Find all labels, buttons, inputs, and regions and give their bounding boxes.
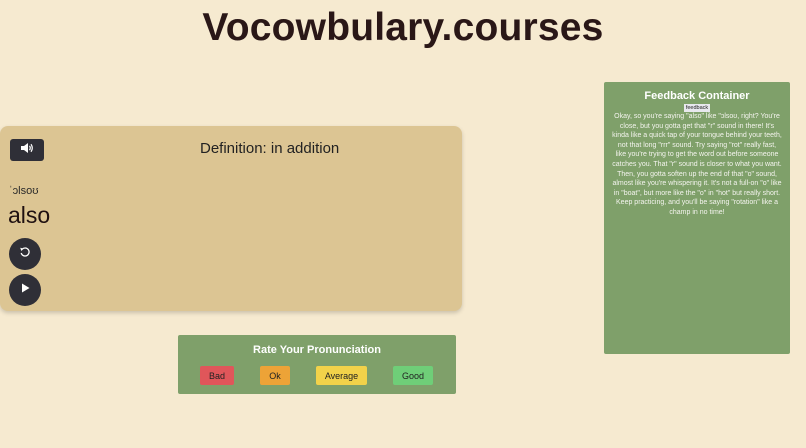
- rate-good-button[interactable]: Good: [393, 366, 433, 385]
- vocabulary-word: also: [8, 202, 51, 228]
- play-button[interactable]: [9, 274, 41, 306]
- word-card: Definition: in addition ˈɔlsoʊ also: [0, 126, 462, 311]
- replay-icon: [19, 245, 31, 263]
- feedback-label: feedback: [684, 104, 710, 112]
- definition-text: Definition: in addition: [200, 140, 340, 157]
- speaker-icon: [20, 141, 34, 159]
- rating-panel: Rate Your Pronunciation Bad Ok Average G…: [178, 335, 456, 394]
- rate-average-button[interactable]: Average: [316, 366, 367, 385]
- rating-title: Rate Your Pronunciation: [253, 344, 381, 356]
- feedback-title: Feedback Container: [644, 90, 750, 102]
- app-title: Vocowbulary.courses: [202, 6, 604, 49]
- replay-button[interactable]: [9, 238, 41, 270]
- ipa-transcription: ˈɔlsoʊ: [9, 185, 39, 197]
- rate-bad-button[interactable]: Bad: [200, 366, 234, 385]
- play-icon: [19, 281, 31, 299]
- feedback-text: Okay, so you're saying "also" like "ɔlso…: [612, 113, 782, 216]
- feedback-container: Feedback Container feedback Okay, so you…: [604, 82, 790, 354]
- speaker-button[interactable]: [10, 139, 44, 161]
- rate-ok-button[interactable]: Ok: [260, 366, 290, 385]
